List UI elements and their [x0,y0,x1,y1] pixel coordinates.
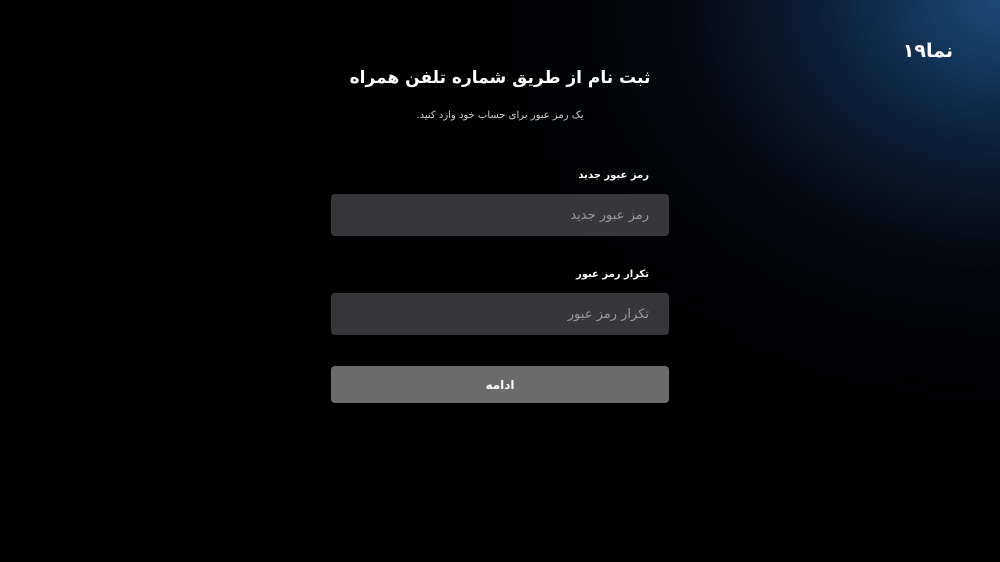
new-password-input[interactable] [331,194,669,236]
page-subtitle: یک رمز عبور برای حساب خود وارد کنید. [416,110,584,121]
continue-button[interactable]: ادامه [331,366,669,403]
repeat-password-label: تکرار رمز عبور [575,269,649,280]
brand-logo: نما۱۹ [902,40,953,62]
page-title: ثبت نام از طریق شماره تلفن همراه [349,68,651,88]
repeat-password-input[interactable] [331,293,669,335]
new-password-label: رمز عبور جدید [578,170,649,181]
